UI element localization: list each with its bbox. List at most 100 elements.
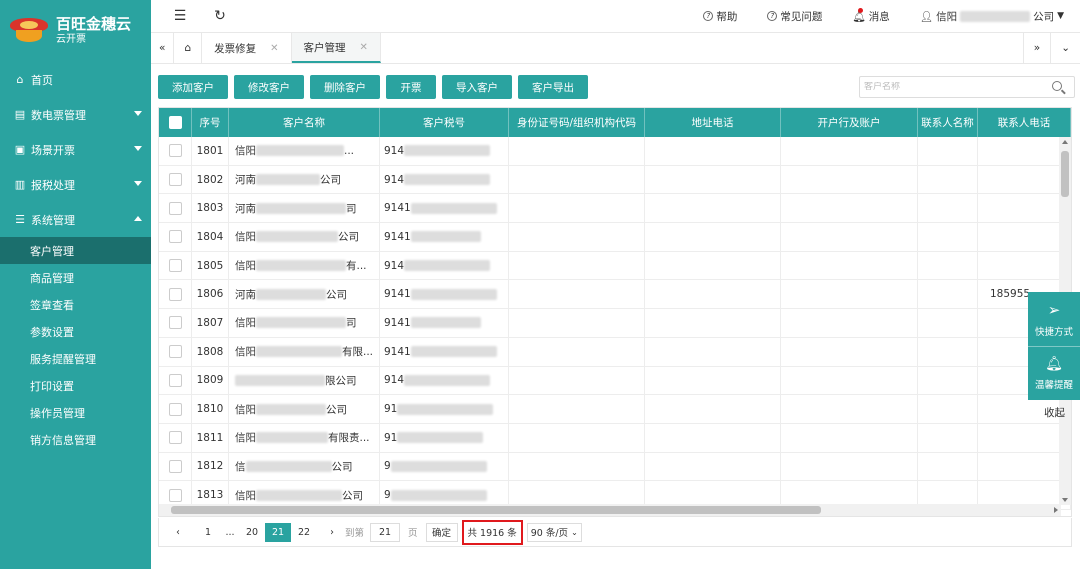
- sidebar-subitem-operators[interactable]: 操作员管理: [0, 399, 151, 426]
- table-row[interactable]: 1812 信公司 9: [159, 452, 1071, 482]
- sidebar-item-tax[interactable]: ▥ 报税处理: [0, 167, 151, 202]
- checkbox-cell: [159, 251, 192, 280]
- tab-customer-management[interactable]: 客户管理 ✕: [291, 33, 381, 63]
- sidebar-subitem-customers[interactable]: 客户管理: [0, 237, 151, 264]
- table-row[interactable]: 1803 河南司 9141: [159, 194, 1071, 224]
- table-row[interactable]: 1809 限公司 914: [159, 366, 1071, 396]
- faq-link[interactable]: ? 常见问题: [767, 9, 822, 24]
- add-customer-button[interactable]: 添加客户: [158, 75, 228, 99]
- sidebar-subitem-params[interactable]: 参数设置: [0, 318, 151, 345]
- import-customer-button[interactable]: 导入客户: [442, 75, 512, 99]
- scroll-down-icon[interactable]: [1062, 498, 1068, 502]
- edit-customer-button[interactable]: 修改客户: [234, 75, 304, 99]
- column-header[interactable]: 身份证号码/组织机构代码: [509, 108, 645, 137]
- table-row[interactable]: 1804 信阳 公司 9141: [159, 223, 1071, 252]
- confirm-page-button[interactable]: 确定: [425, 522, 458, 542]
- search-icon[interactable]: [1052, 81, 1062, 91]
- tax-id-cell: 914: [380, 137, 509, 165]
- row-checkbox[interactable]: [168, 316, 182, 330]
- row-checkbox[interactable]: [168, 402, 182, 416]
- user-menu[interactable]: 👤︎ 信阳 公司 ▼: [920, 9, 1064, 24]
- sidebar-item-scene-invoice[interactable]: ▣ 场景开票: [0, 132, 151, 167]
- row-checkbox[interactable]: [168, 230, 182, 244]
- column-header[interactable]: 序号: [192, 108, 229, 137]
- tax-id-cell: 9141: [380, 194, 509, 223]
- messages-link[interactable]: 🔔︎ 消息: [852, 7, 890, 24]
- reminder-button[interactable]: 🔔︎ 温馨提醒: [1028, 346, 1080, 400]
- tab-invoice-repair[interactable]: 发票修复 ✕: [202, 33, 292, 63]
- customer-name-cell: 限公司: [229, 366, 380, 395]
- issue-invoice-button[interactable]: 开票: [386, 75, 436, 99]
- export-customer-button[interactable]: 客户导出: [518, 75, 588, 99]
- sidebar-subitem-print[interactable]: 打印设置: [0, 372, 151, 399]
- table-cell: [645, 395, 781, 423]
- shortcut-button[interactable]: ➢ 快捷方式: [1028, 292, 1080, 346]
- menu-fold-icon[interactable]: ☰: [169, 5, 191, 27]
- row-checkbox[interactable]: [168, 287, 182, 301]
- table-row[interactable]: 1810 信阳 公司 91: [159, 395, 1071, 424]
- sidebar-item-home[interactable]: ⌂ 首页: [0, 62, 151, 97]
- row-checkbox[interactable]: [168, 488, 182, 502]
- table-cell: [781, 165, 918, 194]
- row-checkbox[interactable]: [168, 345, 182, 359]
- table-row[interactable]: 1808 信阳 有限... 9141: [159, 337, 1071, 367]
- sidebar-subitem-products[interactable]: 商品管理: [0, 264, 151, 291]
- row-checkbox[interactable]: [168, 459, 182, 473]
- tax-id-cell: 914: [380, 165, 509, 194]
- sidebar-item-digital-invoice[interactable]: ▤ 数电票管理: [0, 97, 151, 132]
- page-first[interactable]: 1: [199, 523, 217, 542]
- page-ellipsis[interactable]: ...: [221, 523, 239, 542]
- collapse-panel-button[interactable]: 收起: [1044, 405, 1065, 420]
- refresh-icon[interactable]: ↻: [209, 5, 231, 27]
- goto-page-input[interactable]: 21: [370, 522, 401, 542]
- column-header[interactable]: 客户名称: [229, 108, 380, 137]
- page-20[interactable]: 20: [243, 523, 261, 542]
- close-icon[interactable]: ✕: [270, 43, 278, 54]
- sidebar-subitem-signature[interactable]: 签章查看: [0, 291, 151, 318]
- sidebar-subitem-seller-info[interactable]: 销方信息管理: [0, 426, 151, 453]
- table-cell: [781, 137, 918, 165]
- close-icon[interactable]: ✕: [360, 42, 368, 53]
- row-checkbox[interactable]: [168, 373, 182, 387]
- tabs-scroll-right-icon[interactable]: »: [1022, 33, 1052, 63]
- tabs-dropdown-icon[interactable]: ⌄: [1051, 33, 1080, 63]
- row-checkbox[interactable]: [168, 201, 182, 215]
- sidebar-item-system[interactable]: ☰ 系统管理: [0, 202, 151, 237]
- table-row[interactable]: 1805 信阳 有... 914: [159, 251, 1071, 281]
- tabs-scroll-left-icon[interactable]: «: [151, 33, 175, 63]
- customer-name-cell: 信阳 有限责...: [229, 423, 380, 452]
- help-link[interactable]: ? 帮助: [703, 9, 737, 24]
- sidebar-subitem-service-reminder[interactable]: 服务提醒管理: [0, 345, 151, 372]
- row-checkbox[interactable]: [168, 173, 182, 187]
- table-cell: [645, 280, 781, 309]
- delete-customer-button[interactable]: 删除客户: [310, 75, 380, 99]
- column-header[interactable]: 开户行及账户: [781, 108, 918, 137]
- table-row[interactable]: 1801 信阳... 914: [159, 137, 1071, 166]
- scroll-up-icon[interactable]: [1062, 140, 1068, 144]
- table-row[interactable]: 1807 信阳司 9141: [159, 309, 1071, 338]
- next-page-icon[interactable]: ›: [323, 523, 341, 542]
- row-checkbox[interactable]: [168, 431, 182, 445]
- table-row[interactable]: 1802 河南 公司 914: [159, 165, 1071, 195]
- column-header[interactable]: 联系人名称: [918, 108, 978, 137]
- column-header[interactable]: 客户税号: [380, 108, 509, 137]
- table-row[interactable]: 1806 河南 公司 9141 185955: [159, 280, 1071, 310]
- column-header[interactable]: 地址电话: [645, 108, 781, 137]
- row-checkbox[interactable]: [168, 144, 182, 158]
- page-current[interactable]: 21: [265, 522, 291, 542]
- page-22[interactable]: 22: [295, 523, 313, 542]
- select-all-checkbox[interactable]: [168, 116, 182, 129]
- bell-icon: 🔔︎: [852, 7, 866, 23]
- horizontal-scrollbar[interactable]: [159, 504, 1061, 516]
- prev-page-icon[interactable]: ‹: [169, 523, 187, 542]
- column-header[interactable]: 联系人电话: [978, 108, 1071, 137]
- search-input[interactable]: [864, 82, 1044, 92]
- home-tab-icon[interactable]: ⌂: [174, 33, 203, 63]
- table-row[interactable]: 1811 信阳 有限责... 91: [159, 423, 1071, 453]
- contact-phone-cell: [978, 137, 1071, 165]
- row-checkbox[interactable]: [168, 259, 182, 273]
- table-cell: [645, 337, 781, 366]
- app-subtitle: 云开票: [56, 34, 86, 45]
- page-size-select[interactable]: 90 条/页 ⌄: [526, 522, 582, 542]
- scroll-right-icon[interactable]: [1054, 507, 1058, 513]
